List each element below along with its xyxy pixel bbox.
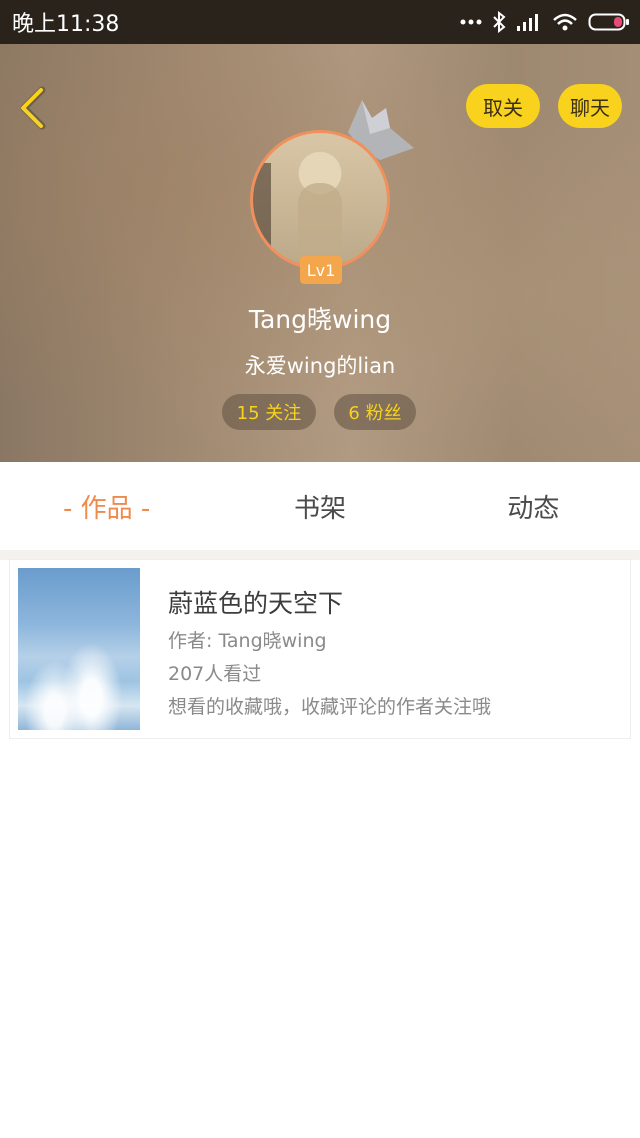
book-author: 作者: Tang晓wing xyxy=(168,630,327,652)
back-arrow-icon xyxy=(20,86,46,130)
tab-activity[interactable]: 动态 xyxy=(427,462,640,550)
avatar[interactable] xyxy=(250,130,390,270)
book-view-count: 207人看过 xyxy=(168,663,262,685)
unfollow-button[interactable]: 取关 xyxy=(466,84,540,128)
avatar-image xyxy=(250,130,390,270)
status-bar: 晚上11:38 xyxy=(0,0,640,44)
section-divider xyxy=(0,550,640,560)
book-cover-image xyxy=(18,568,140,730)
status-icons xyxy=(460,11,630,33)
user-signature: 永爱wing的lian xyxy=(244,354,396,378)
battery-icon xyxy=(588,13,629,31)
level-badge: Lv1 xyxy=(300,256,342,284)
book-description: 想看的收藏哦，收藏评论的作者关注哦 xyxy=(168,696,492,718)
fans-count-button[interactable]: 6 粉丝 xyxy=(334,394,416,430)
profile-tabs: - 作品 - 书架 动态 xyxy=(0,462,640,550)
status-time: 晚上11:38 xyxy=(12,12,120,37)
more-dots-icon xyxy=(460,19,482,25)
tab-works[interactable]: - 作品 - xyxy=(0,462,213,550)
bluetooth-icon xyxy=(493,11,506,33)
signal-icon xyxy=(517,14,538,31)
chat-button[interactable]: 聊天 xyxy=(558,84,622,128)
wifi-icon xyxy=(553,13,577,31)
book-list-item[interactable]: 蔚蓝色的天空下 作者: Tang晓wing 207人看过 想看的收藏哦，收藏评论… xyxy=(10,560,630,738)
profile-header: 取关 聊天 Lv1 Tang晓wing 永爱wing的lian 15 关注 6 … xyxy=(0,44,640,462)
back-button[interactable] xyxy=(14,86,54,130)
username: Tang晓wing xyxy=(248,305,392,334)
following-count-button[interactable]: 15 关注 xyxy=(222,394,316,430)
tab-bookshelf[interactable]: 书架 xyxy=(213,462,426,550)
book-title: 蔚蓝色的天空下 xyxy=(168,589,344,618)
